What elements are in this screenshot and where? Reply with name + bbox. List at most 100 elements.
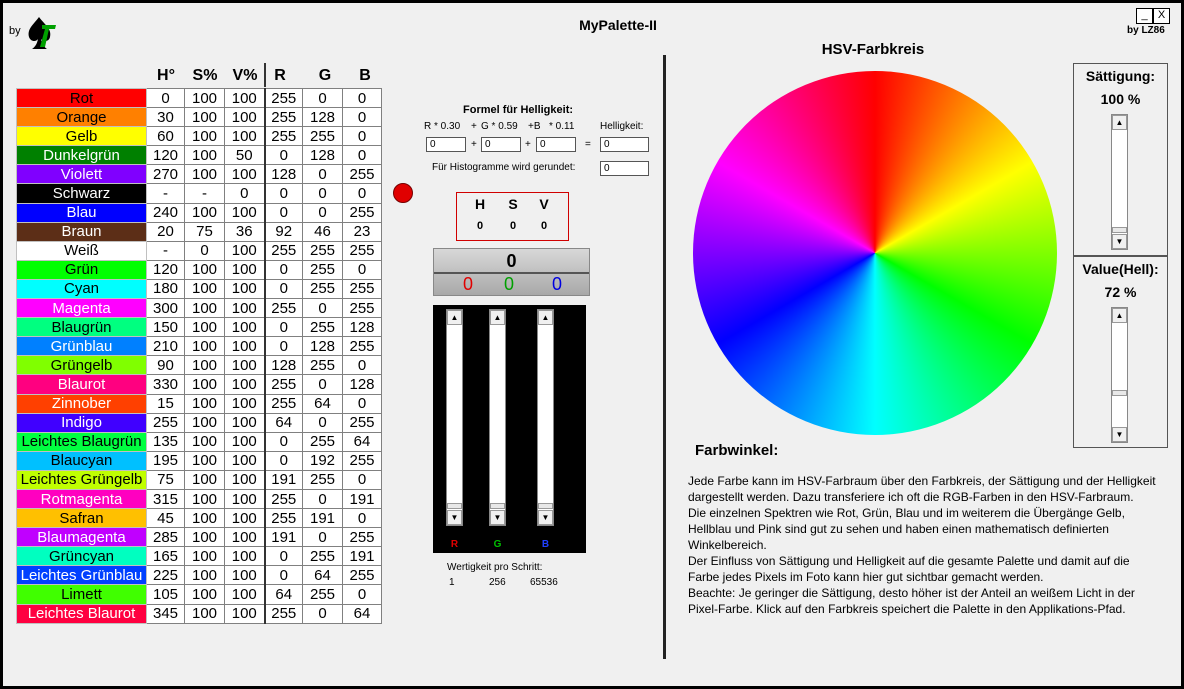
- color-name-cell[interactable]: Leichtes Blaurot: [16, 603, 147, 624]
- color-name-cell[interactable]: Schwarz: [16, 183, 147, 204]
- color-name-cell[interactable]: Leichtes Blaugrün: [16, 431, 147, 452]
- color-row[interactable]: Safran 45 100 100 255 191 0: [16, 508, 382, 529]
- color-value-cell: 0: [263, 450, 303, 471]
- color-row[interactable]: Magenta 300 100 100 255 0 255: [16, 298, 382, 319]
- color-row[interactable]: Leichtes Grüngelb 75 100 100 191 255 0: [16, 469, 382, 490]
- color-row[interactable]: Grünblau 210 100 100 0 128 255: [16, 336, 382, 357]
- color-name-cell[interactable]: Magenta: [16, 298, 147, 319]
- color-name-cell[interactable]: Grünblau: [16, 336, 147, 357]
- color-name-cell[interactable]: Dunkelgrün: [16, 145, 147, 166]
- r-slider[interactable]: ▲ ▼: [446, 309, 463, 526]
- color-name-cell[interactable]: Grüngelb: [16, 355, 147, 376]
- hsv-color-wheel[interactable]: [693, 71, 1057, 435]
- color-row[interactable]: Blau 240 100 100 0 0 255: [16, 202, 382, 223]
- color-row[interactable]: Rot 0 100 100 255 0 0: [16, 87, 382, 109]
- color-name-cell[interactable]: Rotmagenta: [16, 488, 147, 510]
- color-row[interactable]: Leichtes Blaugrün 135 100 100 0 255 64: [16, 431, 382, 452]
- color-row[interactable]: Weiß -0 100 255 255 255: [16, 240, 382, 261]
- up-arrow-icon[interactable]: ▲: [538, 310, 553, 325]
- color-name-cell[interactable]: Orange: [16, 107, 147, 128]
- color-name-cell[interactable]: Blaurot: [16, 374, 147, 395]
- down-arrow-icon[interactable]: ▼: [1112, 427, 1127, 442]
- color-value-cell: 0: [263, 259, 303, 280]
- color-row[interactable]: Braun 20 75 36 92 46 23: [16, 221, 382, 242]
- color-row[interactable]: Violett 270 100 100 128 0 255: [16, 164, 382, 185]
- color-value-cell: 255: [342, 527, 382, 548]
- color-name-cell[interactable]: Blaucyan: [16, 450, 147, 471]
- close-button[interactable]: X: [1153, 8, 1170, 24]
- color-name-cell[interactable]: Weiß: [16, 240, 147, 261]
- color-name-cell[interactable]: Violett: [16, 164, 147, 185]
- spade-logo-icon: [28, 17, 56, 49]
- color-value-cell: 100: [224, 488, 265, 510]
- color-name-cell[interactable]: Grüncyan: [16, 546, 147, 567]
- r-slider-thumb[interactable]: [447, 503, 462, 509]
- b-slider-thumb[interactable]: [538, 503, 553, 509]
- histogram-field[interactable]: 0: [600, 161, 649, 176]
- color-row[interactable]: Limett 105 100 100 64 255 0: [16, 584, 382, 605]
- color-name-cell[interactable]: Grün: [16, 259, 147, 280]
- color-row[interactable]: Leichtes Grünblau 225 100 100 0 64 255: [16, 565, 382, 586]
- up-arrow-icon[interactable]: ▲: [1112, 308, 1127, 323]
- color-row[interactable]: Grüngelb 90 100 100 128 255 0: [16, 355, 382, 376]
- color-name-cell[interactable]: Blaumagenta: [16, 527, 147, 548]
- color-row[interactable]: Blaumagenta 285 100 100 191 0 255: [16, 527, 382, 548]
- g-slider[interactable]: ▲ ▼: [489, 309, 506, 526]
- g-weight-field[interactable]: 0: [481, 137, 521, 152]
- color-row[interactable]: Zinnober 15 100 100 255 64 0: [16, 393, 382, 414]
- color-name-cell[interactable]: Indigo: [16, 412, 147, 433]
- color-row[interactable]: Cyan 180 100 100 0 255 255: [16, 278, 382, 300]
- color-name-cell[interactable]: Safran: [16, 508, 147, 529]
- step-weight-g: 256: [489, 577, 506, 588]
- color-row[interactable]: Blaugrün 150 100 100 0 255 128: [16, 317, 382, 338]
- color-row[interactable]: Schwarz - -0 0 0 0: [16, 183, 382, 204]
- b-slider[interactable]: ▲ ▼: [537, 309, 554, 526]
- saturation-slider[interactable]: ▲ ▼: [1111, 114, 1128, 250]
- color-row[interactable]: Gelb 60 100 100 255 255 0: [16, 126, 382, 147]
- color-name-cell[interactable]: Braun: [16, 221, 147, 242]
- down-arrow-icon[interactable]: ▼: [538, 510, 553, 525]
- color-value-cell: 100: [224, 126, 265, 147]
- color-value-cell: 128: [302, 145, 343, 166]
- color-row[interactable]: Leichtes Blaurot 345 100 100 255 0 64: [16, 603, 382, 624]
- down-arrow-icon[interactable]: ▼: [1112, 234, 1127, 249]
- color-name-cell[interactable]: Blaugrün: [16, 317, 147, 338]
- color-value-cell: 0: [302, 603, 343, 624]
- up-arrow-icon[interactable]: ▲: [1112, 115, 1127, 130]
- down-arrow-icon[interactable]: ▼: [490, 510, 505, 525]
- color-value-cell: 64: [302, 393, 343, 414]
- color-row[interactable]: Dunkelgrün 120 100 50 0 128 0: [16, 145, 382, 166]
- g-slider-thumb[interactable]: [490, 503, 505, 509]
- color-row[interactable]: Indigo 255 100 100 64 0 255: [16, 412, 382, 433]
- color-name-cell[interactable]: Leichtes Grüngelb: [16, 469, 147, 490]
- color-name-cell[interactable]: Gelb: [16, 126, 147, 147]
- color-table: Rot 0 100 100 255 0 0 Orange 30 100 100 255 128 0 Gelb…: [16, 87, 382, 624]
- color-value-cell: 255: [302, 278, 343, 300]
- color-row[interactable]: Orange 30 100 100 255 128 0: [16, 107, 382, 128]
- down-arrow-icon[interactable]: ▼: [447, 510, 462, 525]
- color-name-cell[interactable]: Zinnober: [16, 393, 147, 414]
- minimize-button[interactable]: _: [1136, 8, 1153, 24]
- brightness-field[interactable]: 0: [600, 137, 649, 152]
- step-weight-label: Wertigkeit pro Schritt:: [447, 562, 543, 573]
- color-name-cell[interactable]: Leichtes Grünblau: [16, 565, 147, 586]
- color-row[interactable]: Grüncyan 165 100 100 0 255 191: [16, 546, 382, 567]
- r-weight-field[interactable]: 0: [426, 137, 466, 152]
- saturation-slider-thumb[interactable]: [1112, 227, 1127, 233]
- value-slider-thumb[interactable]: [1112, 390, 1127, 396]
- color-name-cell[interactable]: Cyan: [16, 278, 147, 300]
- b-weight-field[interactable]: 0: [536, 137, 576, 152]
- value-slider[interactable]: ▲ ▼: [1111, 307, 1128, 443]
- color-row[interactable]: Grün 120 100 100 0 255 0: [16, 259, 382, 280]
- up-arrow-icon[interactable]: ▲: [447, 310, 462, 325]
- color-row[interactable]: Rotmagenta 315 100 100 255 0 191: [16, 488, 382, 510]
- up-arrow-icon[interactable]: ▲: [490, 310, 505, 325]
- color-value-cell: 0: [302, 298, 343, 319]
- color-name-cell[interactable]: Blau: [16, 202, 147, 223]
- color-row[interactable]: Blaucyan 195 100 100 0 192 255: [16, 450, 382, 471]
- color-value-cell: -: [146, 240, 185, 261]
- color-name-cell[interactable]: Limett: [16, 584, 147, 605]
- color-name-cell[interactable]: Rot: [16, 87, 147, 109]
- wheel-title: HSV-Farbkreis: [821, 41, 925, 58]
- color-row[interactable]: Blaurot 330 100 100 255 0 128: [16, 374, 382, 395]
